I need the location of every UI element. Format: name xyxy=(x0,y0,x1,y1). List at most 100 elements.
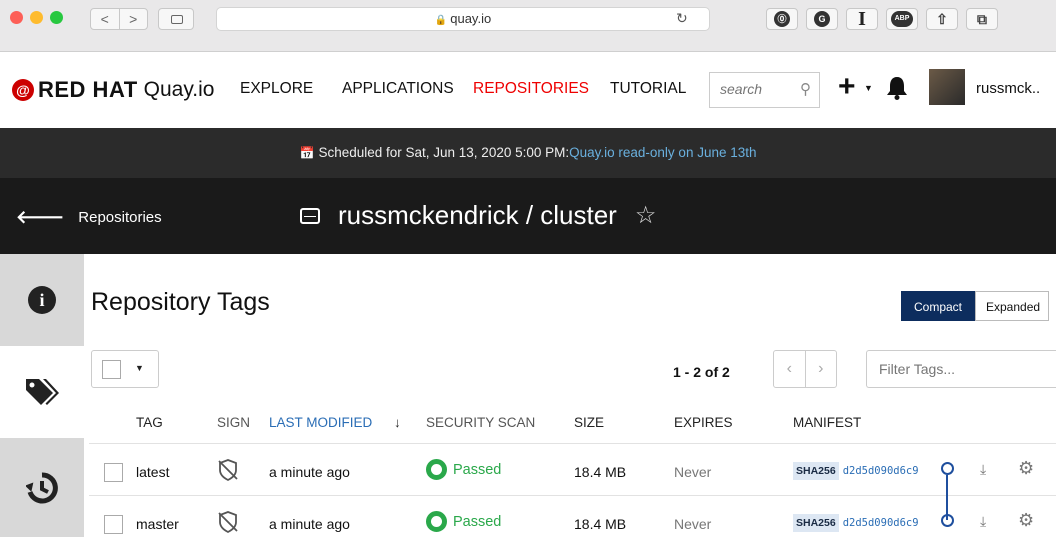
row-checkbox[interactable] xyxy=(104,515,123,534)
select-all-checkbox[interactable] xyxy=(102,360,121,379)
filter-box xyxy=(866,350,1056,388)
nav-tutorial[interactable]: TUTORIAL xyxy=(610,80,686,98)
site-header: @ RED HAT Quay.io EXPLORE APPLICATIONS R… xyxy=(0,52,1056,128)
manifest-digest[interactable]: SHA256 d2d5d090d6c9 xyxy=(793,514,919,532)
compact-view-button[interactable]: Compact xyxy=(901,291,975,321)
tab-info[interactable]: i xyxy=(0,254,84,346)
view-toggle: Compact Expanded xyxy=(901,291,1049,321)
last-modified: a minute ago xyxy=(269,516,350,532)
tag-name[interactable]: latest xyxy=(136,464,169,480)
image-size: 18.4 MB xyxy=(574,464,627,480)
logo[interactable]: @ RED HAT Quay.io xyxy=(12,77,214,103)
extension-icon: ⓪ xyxy=(774,11,790,27)
tabs-overview-button[interactable]: ⧉ xyxy=(966,8,998,30)
repo-banner: 🡐 Repositories russmckendrick / cluster … xyxy=(0,178,1056,254)
announcement-link[interactable]: Quay.io read-only on June 13th xyxy=(569,145,756,160)
lock-icon: 🔒 xyxy=(434,15,448,26)
search-input[interactable] xyxy=(720,81,790,97)
username[interactable]: russmck.. xyxy=(976,80,1040,97)
nav-applications[interactable]: APPLICATIONS xyxy=(342,80,454,98)
passed-circle-icon xyxy=(426,459,447,480)
scan-label: Passed xyxy=(453,513,502,530)
col-tag[interactable]: TAG xyxy=(136,415,163,430)
expires[interactable]: Never xyxy=(674,516,711,532)
passed-circle-icon xyxy=(426,511,447,532)
manifest-digest[interactable]: SHA256 d2d5d090d6c9 xyxy=(793,462,919,480)
back-button[interactable]: < xyxy=(91,9,120,29)
col-expires[interactable]: EXPIRES xyxy=(674,415,733,430)
digest-value: d2d5d090d6c9 xyxy=(842,465,919,477)
star-icon[interactable]: ☆ xyxy=(635,201,657,230)
row-checkbox[interactable] xyxy=(104,463,123,482)
col-sign[interactable]: SIGN xyxy=(217,415,250,430)
extension-button-3[interactable]: I xyxy=(846,8,878,30)
tag-name[interactable]: master xyxy=(136,516,179,532)
avatar[interactable] xyxy=(929,69,965,105)
expires[interactable]: Never xyxy=(674,464,711,480)
zoom-window-button[interactable] xyxy=(50,11,63,24)
address-bar[interactable]: 🔒 quay.io xyxy=(216,7,710,31)
unsigned-shield-icon xyxy=(218,459,238,482)
close-window-button[interactable] xyxy=(10,11,23,24)
announcement-text: Scheduled for Sat, Jun 13, 2020 5:00 PM: xyxy=(318,145,570,160)
info-icon: i xyxy=(28,286,56,314)
adblock-icon: ABP xyxy=(891,11,913,27)
extension-button-2[interactable]: G xyxy=(806,8,838,30)
share-button[interactable]: ⇧ xyxy=(926,8,958,30)
bell-icon[interactable] xyxy=(886,76,908,100)
sha-label: SHA256 xyxy=(793,514,839,532)
sha-label: SHA256 xyxy=(793,462,839,480)
create-new-icon[interactable]: + xyxy=(838,70,856,104)
browser-toolbar: < > 🔒 quay.io ↻ ⓪ G I ABP ⇧ ⧉ xyxy=(0,0,1056,52)
nav-explore[interactable]: EXPLORE xyxy=(240,80,313,98)
download-icon[interactable]: ⤓ xyxy=(980,461,986,478)
sort-desc-icon[interactable]: ↓ xyxy=(394,415,401,430)
download-icon[interactable]: ⤓ xyxy=(980,513,986,530)
chevron-down-icon: ▼ xyxy=(135,363,144,373)
extension-button-1[interactable]: ⓪ xyxy=(766,8,798,30)
forward-button[interactable]: > xyxy=(120,9,148,29)
col-size[interactable]: SIZE xyxy=(574,415,604,430)
history-nav: < > xyxy=(90,8,148,30)
tags-panel: Repository Tags Compact Expanded ▼ 1 - 2… xyxy=(84,254,1056,537)
instapaper-icon: I xyxy=(858,8,866,30)
table-divider xyxy=(89,495,1056,496)
unsigned-shield-icon xyxy=(218,511,238,534)
expanded-view-button[interactable]: Expanded xyxy=(975,291,1049,321)
tab-tags[interactable] xyxy=(0,346,84,438)
search-icon[interactable]: ⚲ xyxy=(800,80,811,98)
minimize-window-button[interactable] xyxy=(30,11,43,24)
next-page-button[interactable]: › xyxy=(806,351,837,387)
col-manifest[interactable]: MANIFEST xyxy=(793,415,861,430)
brand-quay: Quay.io xyxy=(143,78,215,101)
redhat-logo-icon: @ xyxy=(12,79,34,101)
reload-icon[interactable]: ↻ xyxy=(676,10,688,27)
table-divider xyxy=(89,443,1056,444)
prev-page-button[interactable]: ‹ xyxy=(774,351,806,387)
col-last-modified[interactable]: LAST MODIFIED xyxy=(269,415,372,430)
pagination-buttons: ‹ › xyxy=(773,350,837,388)
tab-history[interactable] xyxy=(0,438,84,537)
digest-value: d2d5d090d6c9 xyxy=(842,517,919,529)
grammarly-icon: G xyxy=(814,11,830,27)
history-icon xyxy=(26,471,58,503)
gear-icon[interactable]: ⚙ xyxy=(1018,510,1034,531)
filter-tags-input[interactable] xyxy=(879,361,1039,377)
security-scan-status[interactable]: Passed xyxy=(426,511,501,532)
back-to-repositories[interactable]: 🡐 Repositories xyxy=(16,207,162,228)
extension-button-4[interactable]: ABP xyxy=(886,8,918,30)
scan-label: Passed xyxy=(453,461,502,478)
security-scan-status[interactable]: Passed xyxy=(426,459,501,480)
gear-icon[interactable]: ⚙ xyxy=(1018,458,1034,479)
manifest-link-line xyxy=(946,475,948,520)
nav-repositories[interactable]: REPOSITORIES xyxy=(473,80,589,98)
last-modified: a minute ago xyxy=(269,464,350,480)
sidebar-toggle-button[interactable] xyxy=(158,8,194,30)
url-text: quay.io xyxy=(450,11,492,26)
col-security-scan[interactable]: SECURITY SCAN xyxy=(426,415,535,430)
page-title: Repository Tags xyxy=(91,288,270,316)
arrow-left-icon: 🡐 xyxy=(16,207,65,227)
table-row: latest a minute ago Passed 18.4 MB Never… xyxy=(84,448,1056,494)
chevron-down-icon[interactable]: ▼ xyxy=(864,83,873,93)
bulk-select-dropdown[interactable]: ▼ xyxy=(91,350,159,388)
